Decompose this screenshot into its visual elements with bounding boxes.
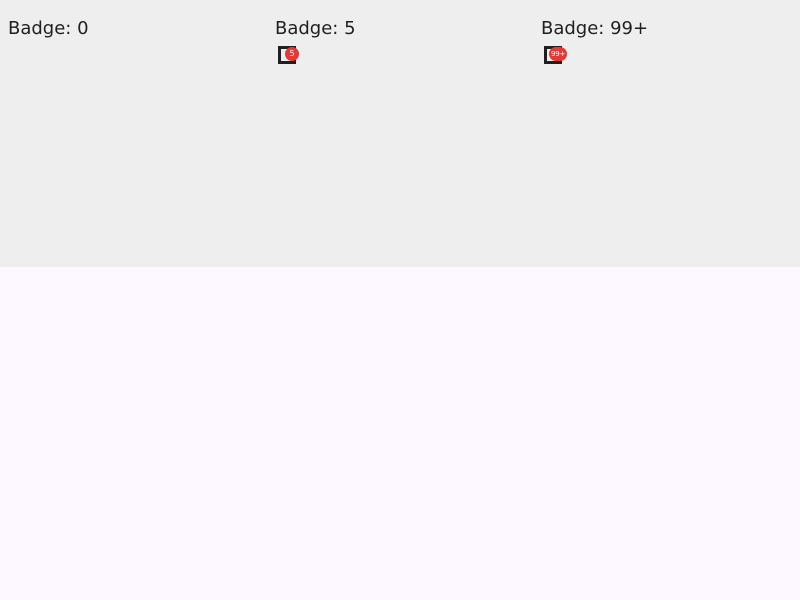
badge-cell-5: Badge: 5 5 [267,0,533,267]
empty-content-area [0,267,800,600]
badge-demo-panel: Badge: 0 Badge: 5 5 Badge: 99+ 99+ [0,0,800,267]
notification-badge: 5 [285,47,299,61]
badge-label: Badge: 5 [275,18,356,39]
badge-label: Badge: 0 [8,18,89,39]
badged-icon[interactable]: 99+ [544,46,568,64]
badge-cell-0: Badge: 0 [0,0,267,267]
badge-label: Badge: 99+ [541,18,649,39]
badged-icon[interactable]: 5 [278,46,299,64]
notification-badge: 99+ [549,47,568,61]
badge-cell-99plus: Badge: 99+ 99+ [533,0,800,267]
